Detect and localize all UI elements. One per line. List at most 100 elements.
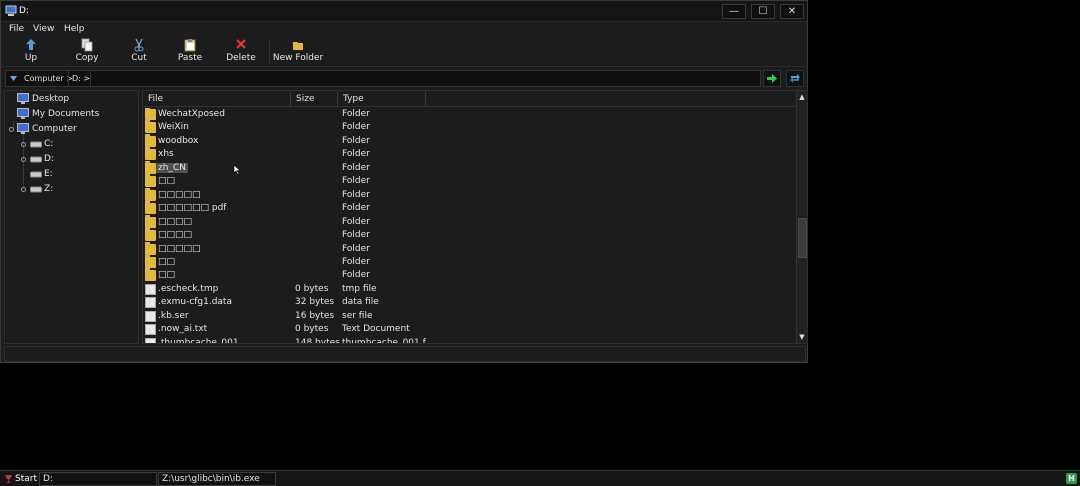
refresh-button[interactable]	[786, 70, 804, 87]
file-name: □□□□	[158, 216, 193, 227]
window-title: D:	[19, 6, 29, 16]
tree-label: Z:	[44, 184, 54, 194]
scroll-down-arrow-icon[interactable]: ▼	[797, 332, 807, 342]
taskbar-window-d[interactable]: D:	[39, 472, 157, 486]
maximize-button[interactable]: ☐	[751, 4, 775, 19]
toolbar-separator	[269, 40, 270, 64]
up-button[interactable]: Up	[15, 37, 47, 66]
folder-icon	[145, 268, 156, 282]
minimize-button[interactable]: —	[722, 4, 746, 19]
delete-x-icon	[236, 39, 246, 49]
file-row[interactable]: zh_CN Folder	[143, 160, 797, 176]
drive-icon	[30, 171, 42, 178]
wine-glass-icon	[5, 475, 12, 483]
taskbar-window-ib[interactable]: Z:\usr\glibc\bin\ib.exe	[158, 472, 276, 486]
up-arrow-icon	[26, 39, 36, 50]
file-row[interactable]: □□ Folder	[143, 268, 797, 283]
paste-button[interactable]: Paste	[173, 37, 207, 66]
file-icon	[145, 297, 156, 309]
title-bar[interactable]: D: — ☐ ✕	[1, 1, 807, 22]
address-bar[interactable]: Computer > D: >	[5, 70, 761, 87]
menu-help[interactable]: Help	[64, 24, 85, 34]
column-file[interactable]: File	[143, 92, 291, 107]
scissors-icon	[134, 38, 144, 52]
file-row[interactable]: WeiXin Folder	[143, 120, 797, 135]
copy-button[interactable]: Copy	[71, 37, 103, 66]
file-type: Folder	[342, 189, 370, 200]
taskbar: Start D: Z:\usr\glibc\bin\ib.exe H	[0, 470, 1080, 486]
file-size: 0 bytes	[295, 283, 329, 294]
file-row[interactable]: □□ Folder	[143, 174, 797, 189]
file-row[interactable]: □□□□ Folder	[143, 228, 797, 243]
expand-toggle[interactable]	[21, 157, 26, 162]
tree-item-drive-c[interactable]: C:	[30, 138, 130, 151]
menu-view[interactable]: View	[33, 24, 54, 34]
file-name: WeiXin	[158, 122, 189, 133]
file-type: Folder	[342, 230, 370, 241]
clipboard-icon	[184, 39, 196, 52]
file-type: thumbcache_001 f	[342, 337, 426, 344]
dropdown-arrow-icon[interactable]	[9, 74, 18, 83]
file-type: Folder	[342, 243, 370, 254]
file-name: xhs	[158, 149, 174, 160]
tree-item-drive-e[interactable]: E:	[30, 168, 130, 181]
file-name: .thumbcache_001	[158, 337, 239, 344]
file-name: .kb.ser	[158, 310, 189, 321]
file-row[interactable]: .exmu-cfg1.data 32 bytes data file	[143, 296, 797, 310]
breadcrumb-computer[interactable]: Computer >	[24, 74, 73, 83]
tray-h-icon[interactable]: H	[1066, 473, 1077, 484]
cut-button[interactable]: Cut	[123, 37, 155, 66]
delete-button[interactable]: Delete	[223, 37, 259, 66]
copy-icon	[81, 38, 93, 52]
file-name: .now_ai.txt	[158, 324, 208, 335]
tree-item-desktop[interactable]: Desktop	[17, 93, 135, 106]
menu-file[interactable]: File	[9, 24, 24, 34]
file-type: Folder	[342, 149, 370, 160]
file-row[interactable]: □□ Folder	[143, 254, 797, 270]
expand-toggle[interactable]	[21, 187, 26, 192]
file-name: WechatXposed	[158, 109, 225, 119]
folder-icon	[145, 228, 156, 242]
collapse-toggle[interactable]	[9, 127, 14, 132]
file-name: □□□□□□ pdf	[158, 203, 227, 214]
folder-icon	[145, 133, 156, 147]
file-row[interactable]: .now_ai.txt 0 bytes Text Document	[143, 323, 797, 337]
close-button[interactable]: ✕	[780, 4, 804, 19]
column-type[interactable]: Type	[338, 92, 426, 107]
tree-item-my-documents[interactable]: My Documents	[17, 108, 135, 121]
file-row[interactable]: □□□□□□ pdf Folder	[143, 201, 797, 216]
go-button[interactable]	[763, 70, 781, 87]
file-row[interactable]: woodbox Folder	[143, 133, 797, 149]
status-bar	[4, 346, 806, 362]
column-size[interactable]: Size	[291, 92, 338, 107]
tree-item-drive-d[interactable]: D:	[30, 153, 130, 166]
file-row[interactable]: WechatXposed Folder	[143, 108, 797, 122]
file-row[interactable]: □□□□ Folder	[143, 214, 797, 230]
mouse-cursor-icon	[233, 164, 241, 176]
new-folder-button[interactable]: New Folder	[272, 37, 324, 66]
expand-toggle[interactable]	[21, 142, 26, 147]
vertical-scrollbar[interactable]: ▲ ▼	[796, 91, 807, 343]
folder-icon	[145, 187, 156, 201]
tree-item-drive-z[interactable]: Z:	[30, 183, 130, 196]
tree-item-computer[interactable]: Computer	[17, 123, 135, 136]
toolbar: Up Copy Cut Paste Delete New Folder	[1, 37, 807, 67]
file-row[interactable]: xhs Folder	[143, 147, 797, 162]
tree-label: D:	[44, 154, 54, 164]
menu-bar: File View Help	[1, 22, 807, 37]
file-row[interactable]: □□□□□ Folder	[143, 187, 797, 203]
file-row[interactable]: .kb.ser 16 bytes ser file	[143, 310, 797, 324]
computer-icon	[17, 123, 29, 134]
file-name: □□□□	[158, 230, 193, 241]
file-row[interactable]: .escheck.tmp 0 bytes tmp file	[143, 283, 797, 297]
scroll-up-arrow-icon[interactable]: ▲	[797, 92, 807, 102]
file-row[interactable]: □□□□□ Folder	[143, 241, 797, 257]
documents-icon	[17, 108, 29, 119]
start-button[interactable]: Start	[2, 472, 37, 486]
scrollbar-thumb[interactable]	[798, 218, 807, 258]
file-size: 148 bytes	[295, 337, 340, 344]
file-row[interactable]: .thumbcache_001 148 bytes thumbcache_001 f	[143, 337, 797, 344]
file-name: zh_CN	[156, 162, 188, 173]
file-icon	[145, 283, 156, 295]
breadcrumb-drive-d[interactable]: D: >	[72, 74, 90, 83]
